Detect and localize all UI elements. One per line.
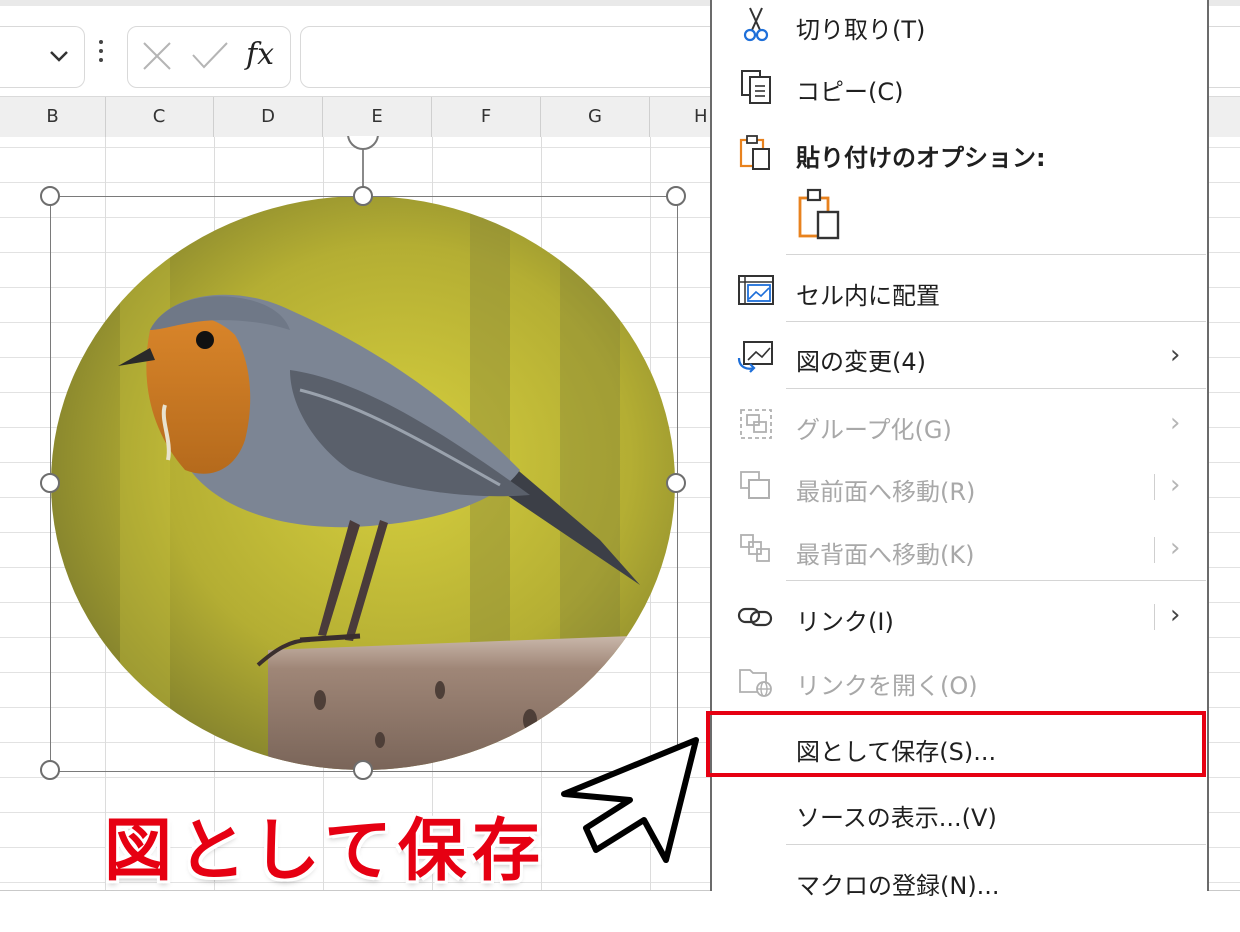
- resize-handle-top-right[interactable]: [666, 186, 686, 206]
- send-to-back-icon: [740, 534, 770, 562]
- menu-item-group[interactable]: グループ化(G) ›: [712, 396, 1207, 450]
- menu-item-label: 図の変更(4): [796, 348, 926, 376]
- split-divider: [1154, 474, 1155, 500]
- picture-selection-box: [50, 196, 678, 772]
- menu-item-label: セル内に配置: [796, 282, 940, 310]
- menu-item-assign-macro[interactable]: マクロの登録(N)...: [712, 852, 1207, 906]
- place-in-cell-icon: [738, 275, 774, 305]
- menu-item-bring-to-front[interactable]: 最前面へ移動(R) ›: [712, 458, 1207, 512]
- chevron-right-icon: ›: [1170, 340, 1181, 370]
- paste-icon: [739, 135, 770, 170]
- menu-item-label: リンクを開く(O): [796, 672, 978, 700]
- chevron-right-icon: ›: [1170, 408, 1181, 438]
- highlight-box: [706, 711, 1206, 777]
- resize-handle-top-left[interactable]: [40, 186, 60, 206]
- resize-handle-bottom-left[interactable]: [40, 760, 60, 780]
- menu-item-label: グループ化(G): [796, 416, 952, 444]
- open-link-icon: [739, 669, 772, 697]
- menu-item-label: 貼り付けのオプション:: [796, 144, 1046, 172]
- menu-item-label: 最背面へ移動(K): [796, 541, 975, 569]
- link-icon: [737, 607, 773, 627]
- menu-item-link[interactable]: リンク(I) ›: [712, 588, 1207, 642]
- menu-item-label: コピー(C): [796, 78, 904, 106]
- menu-item-cut[interactable]: 切り取り(T): [712, 0, 1207, 50]
- menu-item-label: 最前面へ移動(R): [796, 478, 976, 506]
- menu-item-copy[interactable]: コピー(C): [712, 58, 1207, 112]
- menu-item-open-link[interactable]: リンクを開く(O): [712, 652, 1207, 706]
- menu-item-label: ソースの表示...(V): [796, 804, 997, 832]
- split-divider: [1154, 537, 1155, 563]
- paste-picture-option-icon[interactable]: [796, 186, 848, 242]
- bring-to-front-icon: [740, 471, 770, 499]
- menu-item-place-in-cell[interactable]: セル内に配置: [712, 262, 1207, 316]
- menu-item-label: リンク(I): [796, 608, 894, 636]
- change-picture-icon: [737, 341, 773, 373]
- menu-item-change-picture[interactable]: 図の変更(4) ›: [712, 328, 1207, 382]
- menu-separator: [786, 580, 1206, 581]
- menu-item-label: マクロの登録(N)...: [796, 872, 1000, 900]
- group-icon: [740, 409, 772, 439]
- resize-handle-top[interactable]: [353, 186, 373, 206]
- resize-handle-left[interactable]: [40, 473, 60, 493]
- chevron-right-icon[interactable]: ›: [1170, 470, 1180, 500]
- menu-item-label: 切り取り(T): [796, 16, 926, 44]
- scissors-icon: [743, 7, 769, 42]
- chevron-right-icon[interactable]: ›: [1170, 533, 1180, 563]
- menu-separator: [786, 388, 1206, 389]
- annotation-caption: 図として保存: [104, 812, 546, 891]
- split-divider: [1154, 604, 1155, 630]
- menu-separator: [786, 844, 1206, 845]
- resize-handle-bottom[interactable]: [353, 760, 373, 780]
- menu-separator: [786, 321, 1206, 322]
- menu-header-paste-options: 貼り付けのオプション:: [712, 124, 1207, 178]
- resize-handle-right[interactable]: [666, 473, 686, 493]
- menu-item-send-to-back[interactable]: 最背面へ移動(K) ›: [712, 521, 1207, 575]
- chevron-right-icon[interactable]: ›: [1170, 600, 1180, 630]
- menu-item-view-source[interactable]: ソースの表示...(V): [712, 784, 1207, 838]
- copy-icon: [741, 70, 771, 104]
- pointer-arrow-icon: [561, 737, 699, 863]
- menu-separator: [786, 254, 1206, 255]
